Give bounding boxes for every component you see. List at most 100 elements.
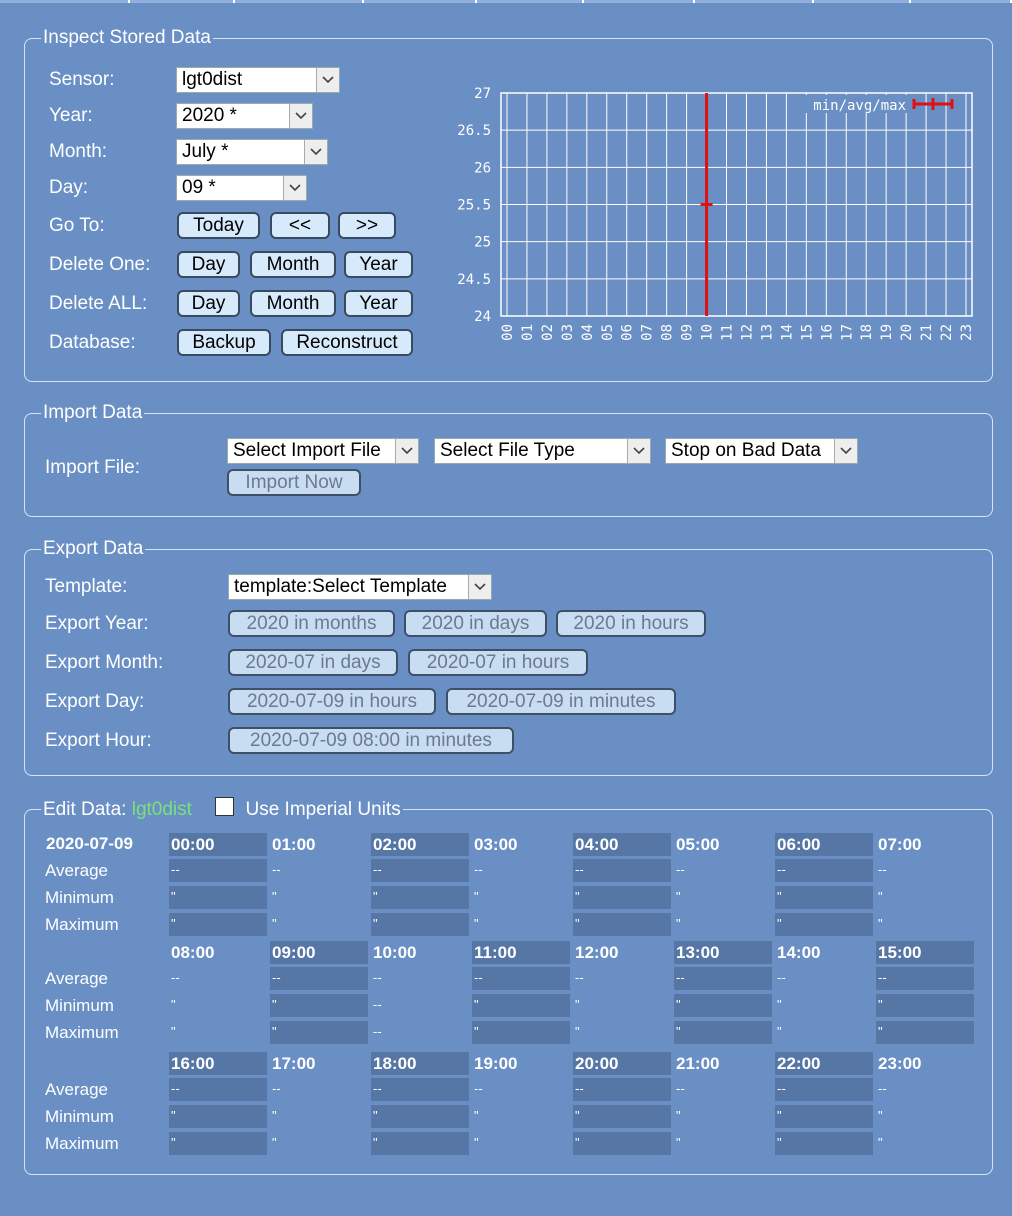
minimum-input[interactable]: ": [371, 1105, 469, 1128]
maximum-input[interactable]: ": [169, 1021, 267, 1044]
minimum-input[interactable]: ": [674, 886, 772, 909]
file-type-select[interactable]: Select File Type: [434, 438, 651, 464]
template-select[interactable]: template:Select Template: [228, 574, 492, 600]
minimum-input[interactable]: ": [775, 1105, 873, 1128]
delete-one-month-button[interactable]: Month: [250, 251, 336, 278]
import-file-select[interactable]: Select Import File: [227, 438, 419, 464]
maximum-input[interactable]: --: [371, 1021, 469, 1044]
export-day-minutes-button[interactable]: 2020-07-09 in minutes: [446, 688, 676, 715]
maximum-input[interactable]: ": [674, 1132, 772, 1155]
maximum-input[interactable]: ": [573, 1021, 671, 1044]
minimum-input[interactable]: ": [270, 886, 368, 909]
export-day-hours-button[interactable]: 2020-07-09 in hours: [228, 688, 436, 715]
maximum-input[interactable]: ": [775, 913, 873, 936]
maximum-input[interactable]: ": [371, 1132, 469, 1155]
minimum-input[interactable]: ": [270, 1105, 368, 1128]
average-input[interactable]: --: [573, 859, 671, 882]
maximum-input[interactable]: ": [270, 1132, 368, 1155]
maximum-input[interactable]: ": [169, 913, 267, 936]
minimum-input[interactable]: ": [472, 1105, 570, 1128]
maximum-input[interactable]: ": [472, 913, 570, 936]
delete-one-day-button[interactable]: Day: [177, 251, 240, 278]
average-input[interactable]: --: [674, 1078, 772, 1101]
average-input[interactable]: --: [169, 967, 267, 990]
minimum-input[interactable]: ": [472, 994, 570, 1017]
imperial-checkbox[interactable]: [215, 797, 235, 816]
maximum-input[interactable]: ": [371, 913, 469, 936]
maximum-input[interactable]: ": [573, 1132, 671, 1155]
average-input[interactable]: --: [674, 859, 772, 882]
average-input[interactable]: --: [270, 859, 368, 882]
maximum-input[interactable]: ": [775, 1021, 873, 1044]
average-input[interactable]: --: [876, 967, 974, 990]
average-input[interactable]: --: [371, 859, 469, 882]
export-month-hours-button[interactable]: 2020-07 in hours: [408, 649, 588, 676]
maximum-input[interactable]: ": [472, 1021, 570, 1044]
export-year-months-button[interactable]: 2020 in months: [228, 610, 395, 637]
delete-one-year-button[interactable]: Year: [344, 251, 413, 278]
average-input[interactable]: --: [472, 1078, 570, 1101]
maximum-input[interactable]: ": [573, 913, 671, 936]
minimum-input[interactable]: ": [876, 886, 974, 909]
month-select[interactable]: July *: [176, 139, 328, 165]
average-input[interactable]: --: [270, 1078, 368, 1101]
average-input[interactable]: --: [775, 1078, 873, 1101]
delete-all-month-button[interactable]: Month: [250, 290, 336, 317]
minimum-input[interactable]: ": [169, 994, 267, 1017]
minimum-input[interactable]: ": [775, 994, 873, 1017]
average-input[interactable]: --: [775, 967, 873, 990]
minimum-input[interactable]: ": [674, 994, 772, 1017]
average-input[interactable]: --: [775, 859, 873, 882]
minimum-input[interactable]: ": [573, 886, 671, 909]
next-button[interactable]: >>: [338, 212, 396, 239]
average-input[interactable]: --: [876, 1078, 974, 1101]
minimum-input[interactable]: ": [169, 1105, 267, 1128]
minimum-input[interactable]: ": [775, 886, 873, 909]
average-input[interactable]: --: [674, 967, 772, 990]
minimum-input[interactable]: ": [371, 886, 469, 909]
average-input[interactable]: --: [371, 967, 469, 990]
average-input[interactable]: --: [472, 859, 570, 882]
bad-data-select[interactable]: Stop on Bad Data: [665, 438, 858, 464]
average-input[interactable]: --: [169, 1078, 267, 1101]
maximum-input[interactable]: ": [876, 1132, 974, 1155]
today-button[interactable]: Today: [177, 212, 260, 239]
import-now-button[interactable]: Import Now: [227, 469, 361, 496]
export-year-hours-button[interactable]: 2020 in hours: [556, 610, 706, 637]
minimum-input[interactable]: ": [876, 994, 974, 1017]
delete-all-year-button[interactable]: Year: [344, 290, 413, 317]
average-input[interactable]: --: [270, 967, 368, 990]
previous-button[interactable]: <<: [270, 212, 330, 239]
maximum-input[interactable]: ": [169, 1132, 267, 1155]
sensor-select[interactable]: lgt0dist: [176, 67, 340, 93]
average-input[interactable]: --: [371, 1078, 469, 1101]
minimum-input[interactable]: ": [472, 886, 570, 909]
average-input[interactable]: --: [876, 859, 974, 882]
minimum-input[interactable]: --: [371, 994, 469, 1017]
average-input[interactable]: --: [573, 1078, 671, 1101]
day-select[interactable]: 09 *: [176, 175, 307, 201]
export-year-days-button[interactable]: 2020 in days: [404, 610, 547, 637]
maximum-input[interactable]: ": [270, 1021, 368, 1044]
average-input[interactable]: --: [573, 967, 671, 990]
maximum-input[interactable]: ": [876, 1021, 974, 1044]
imperial-units-label[interactable]: Use Imperial Units: [245, 799, 400, 820]
backup-button[interactable]: Backup: [177, 329, 271, 356]
minimum-input[interactable]: ": [876, 1105, 974, 1128]
average-input[interactable]: --: [169, 859, 267, 882]
minimum-input[interactable]: ": [169, 886, 267, 909]
minimum-input[interactable]: ": [270, 994, 368, 1017]
reconstruct-button[interactable]: Reconstruct: [281, 329, 413, 356]
export-month-days-button[interactable]: 2020-07 in days: [228, 649, 398, 676]
maximum-input[interactable]: ": [270, 913, 368, 936]
maximum-input[interactable]: ": [775, 1132, 873, 1155]
maximum-input[interactable]: ": [876, 913, 974, 936]
minimum-input[interactable]: ": [573, 994, 671, 1017]
maximum-input[interactable]: ": [674, 1021, 772, 1044]
minimum-input[interactable]: ": [674, 1105, 772, 1128]
delete-all-day-button[interactable]: Day: [177, 290, 240, 317]
maximum-input[interactable]: ": [674, 913, 772, 936]
year-select[interactable]: 2020 *: [176, 103, 313, 129]
minimum-input[interactable]: ": [573, 1105, 671, 1128]
maximum-input[interactable]: ": [472, 1132, 570, 1155]
